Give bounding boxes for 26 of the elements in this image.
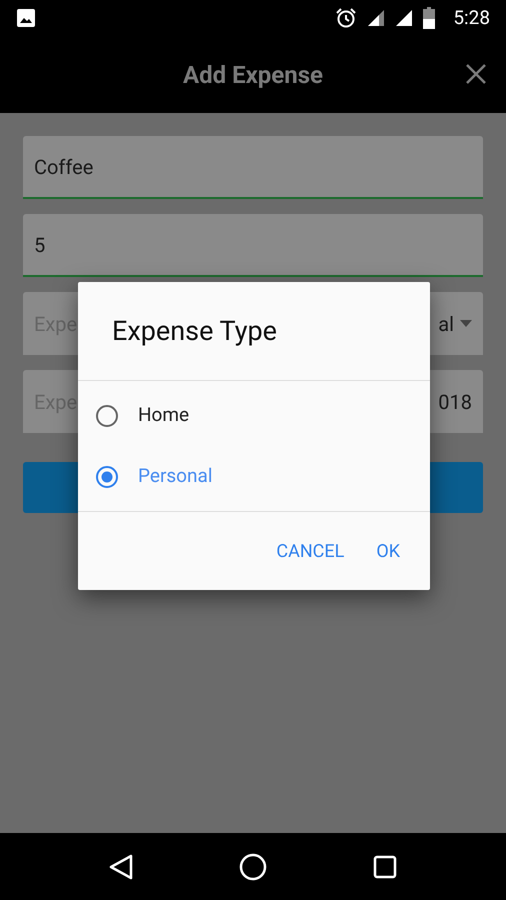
radio-button[interactable] [95,464,119,488]
dialog-title: Expense Type [112,314,277,349]
battery-icon [423,7,436,29]
clock-time: 5:28 [453,4,490,31]
recent-apps-icon[interactable] [373,854,397,878]
dropdown-caret-icon [460,320,472,327]
image-icon [16,8,36,28]
back-icon[interactable] [109,854,133,880]
field-value: 5 [34,232,46,258]
screen-title: Add Expense [182,60,324,90]
option-label: Personal [138,463,212,490]
alarm-icon [335,7,358,29]
radio-button[interactable] [95,404,119,428]
option-label: Home [138,402,190,428]
home-icon[interactable] [239,852,267,880]
radio-option[interactable]: Personal [78,446,430,507]
signal-icon [367,9,386,27]
dialog-button[interactable]: CANCEL [268,532,352,570]
dialog-button[interactable]: OK [368,532,408,570]
input-field[interactable]: 5 [23,214,483,277]
radio-option[interactable]: Home [78,385,430,446]
signal-icon [395,9,414,27]
field-value: al [438,310,454,338]
input-field[interactable]: Coffee [23,136,483,199]
field-value: 018 [438,388,472,416]
field-value: Coffee [34,154,94,180]
